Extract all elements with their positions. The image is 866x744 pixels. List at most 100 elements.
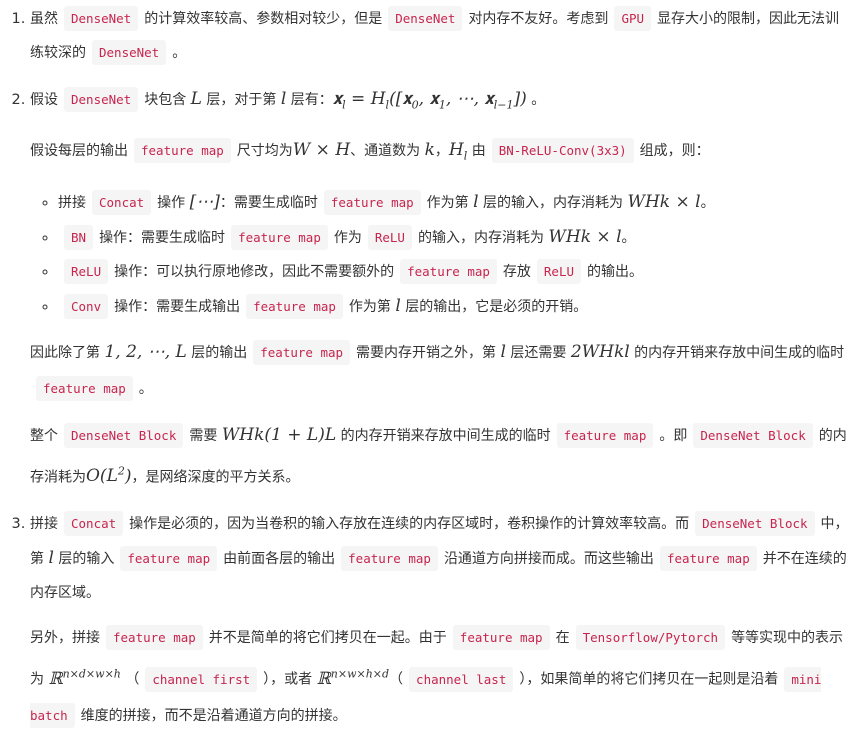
paragraph: ReLU 操作：可以执行原地修改，因此不需要额外的 feature map 存放 ReL… — [58, 255, 852, 289]
inline-code: DenseNet — [64, 87, 139, 112]
text: 。 — [526, 92, 546, 108]
math-supscript: n×d×w×h — [62, 667, 121, 681]
inline-code: feature map — [231, 224, 328, 250]
text: 虽然 — [30, 11, 58, 27]
inline-code: Concat — [92, 189, 152, 215]
text: 层的输出 — [186, 344, 248, 361]
math-base: 𝐱 — [332, 89, 343, 109]
text: ，是网络深度的平方关系。 — [131, 469, 300, 486]
text: 作为第 — [426, 194, 474, 211]
text: 另外，拼接 — [30, 630, 100, 647]
math: 2WHkl — [571, 342, 630, 362]
paragraph: 另外，拼接 feature map 并不是简单的将它们拷贝在一起。由于 feature… — [30, 620, 852, 734]
paragraph: 整个 DenseNet Block 需要 WHk(1 + L)L 的内存开销来存放中… — [30, 417, 852, 496]
inline-code: feature map — [341, 546, 438, 572]
text: 整个 — [30, 427, 58, 444]
math: WHk(1 + L)L — [222, 425, 336, 445]
inline-code: GPU — [614, 6, 652, 31]
math-base: WHk × l — [627, 191, 701, 212]
inline-code: feature map — [452, 625, 550, 651]
math: 𝐱l — [332, 89, 346, 111]
bullet-list: 拼接Concat操作 [⋯]：需要生成临时feature map作为第 l 层的… — [30, 185, 852, 324]
inline-code: channel last — [409, 667, 514, 693]
math-base: , 𝐱 — [418, 89, 439, 109]
inline-code: feature map — [36, 375, 133, 401]
text: 存放 — [502, 263, 531, 280]
text: 作为第 — [348, 298, 396, 315]
text: 操作是必须的，因为当卷积的输入存放在连续的内存区域时，卷积操作的计算效率较高。而 — [129, 516, 690, 533]
math-supscript: 2 — [117, 464, 125, 478]
text: 操作：需要生成输出 — [114, 298, 241, 315]
text: 需要内存开销之外，第 — [356, 344, 501, 361]
text: 的输出。 — [587, 263, 644, 280]
math: Hl — [448, 140, 467, 162]
math-subscript: 0 — [411, 98, 419, 112]
math-base: , ⋯, 𝐱 — [445, 89, 494, 109]
list-item: 拼接 Concat 操作是必须的，因为当卷积的输入存放在连续的内存区域时，卷积操作的… — [30, 507, 852, 734]
math: WHk × l — [627, 192, 700, 212]
paragraph: 虽然 DenseNet 的计算效率较高、参数相对较少，但是 DenseNet 对内存不友… — [30, 2, 852, 70]
text: 。 — [138, 380, 153, 397]
text: 尺寸均为 — [236, 143, 293, 160]
inline-code: Tensorflow/Pytorch — [575, 625, 726, 651]
math-base: ℝ — [316, 669, 331, 690]
inline-code: feature map — [106, 625, 203, 651]
math: 1, 2, ⋯, L — [104, 342, 186, 362]
math-base: WHk × l — [548, 226, 622, 247]
math-base: ]) — [513, 89, 527, 109]
document: 虽然 DenseNet 的计算效率较高、参数相对较少，但是 DenseNet 对内存不友… — [0, 0, 866, 734]
text: 。 — [621, 229, 636, 246]
paragraph: 假设DenseNet块包含 L 层，对于第 l 层有：𝐱l = Hl([𝐱0, … — [30, 82, 852, 122]
math: ([𝐱0 — [389, 89, 419, 112]
math-base: H — [448, 140, 464, 161]
math: WHk × l — [548, 227, 621, 247]
math-base: WHk(1 + L)L — [221, 424, 337, 445]
inline-code: DenseNet Block — [64, 422, 184, 448]
text: 的输入，内存消耗为 — [417, 229, 549, 246]
text: 层的输入 — [53, 551, 115, 568]
text: 拼接 — [30, 516, 58, 533]
inline-code: ReLU — [64, 258, 109, 284]
math: ℝn×d×w×h — [48, 667, 121, 689]
text: 层的输出，它是必须的开销。 — [400, 298, 588, 315]
math-base: 2WHkl — [570, 341, 630, 362]
list-item: 假设DenseNet块包含 L 层，对于第 l 层有：𝐱l = Hl([𝐱0, … — [30, 82, 852, 495]
text: 的计算效率较高、参数相对较少，但是 — [144, 11, 383, 27]
math-subscript: 1 — [438, 98, 446, 112]
inline-code: feature map — [253, 339, 351, 365]
text: 。 — [172, 45, 187, 61]
inline-code: feature map — [120, 546, 218, 572]
text: 的内存开销来存放中间生成的临时 — [336, 427, 551, 444]
text: 的内存开销来存放中间生成的临时 — [629, 344, 845, 361]
paragraph: BN 操作：需要生成临时 feature map 作为 ReLU 的输入，内存消耗为 WH… — [58, 220, 852, 255]
text: 块包含 — [144, 92, 191, 108]
text: ：需要生成临时 — [219, 194, 318, 211]
math-base: = H — [345, 89, 386, 109]
math: = Hl — [345, 89, 389, 111]
text: ），或者 — [263, 672, 317, 689]
text: 维度的拼接，而不是沿着通道方向的拼接。 — [80, 708, 347, 725]
inline-code: Concat — [64, 511, 124, 537]
text: ， — [434, 143, 449, 160]
text: 作为 — [333, 229, 362, 246]
text: 假设 — [30, 92, 58, 108]
inline-code: channel first — [145, 667, 258, 693]
math: k — [425, 140, 435, 160]
text: 在 — [555, 630, 570, 647]
math: , ⋯, 𝐱l−1 — [445, 89, 514, 111]
text: 对内存不友好。考虑到 — [468, 11, 609, 27]
inline-code: BN-ReLU-Conv(3x3) — [491, 138, 634, 164]
math-base: L — [190, 89, 202, 109]
text: 操作 — [157, 194, 190, 211]
text: 由 — [467, 143, 486, 160]
list-item: 虽然 DenseNet 的计算效率较高、参数相对较少，但是 DenseNet 对内存不友… — [30, 2, 852, 70]
text: 拼接 — [58, 194, 86, 211]
paragraph: 因此除了第 1, 2, ⋯, L 层的输出 feature map 需要内存开销之外… — [30, 334, 852, 407]
math-supscript: n×w×h×d — [330, 667, 390, 681]
text: （ — [120, 672, 140, 689]
math: [⋯] — [190, 192, 220, 212]
math: W × H — [293, 140, 350, 160]
inline-code: feature map — [659, 546, 757, 572]
math: L — [191, 89, 202, 109]
paragraph: 假设每层的输出 feature map 尺寸均为W × H、通道数为 k，Hl 由B… — [30, 132, 852, 174]
